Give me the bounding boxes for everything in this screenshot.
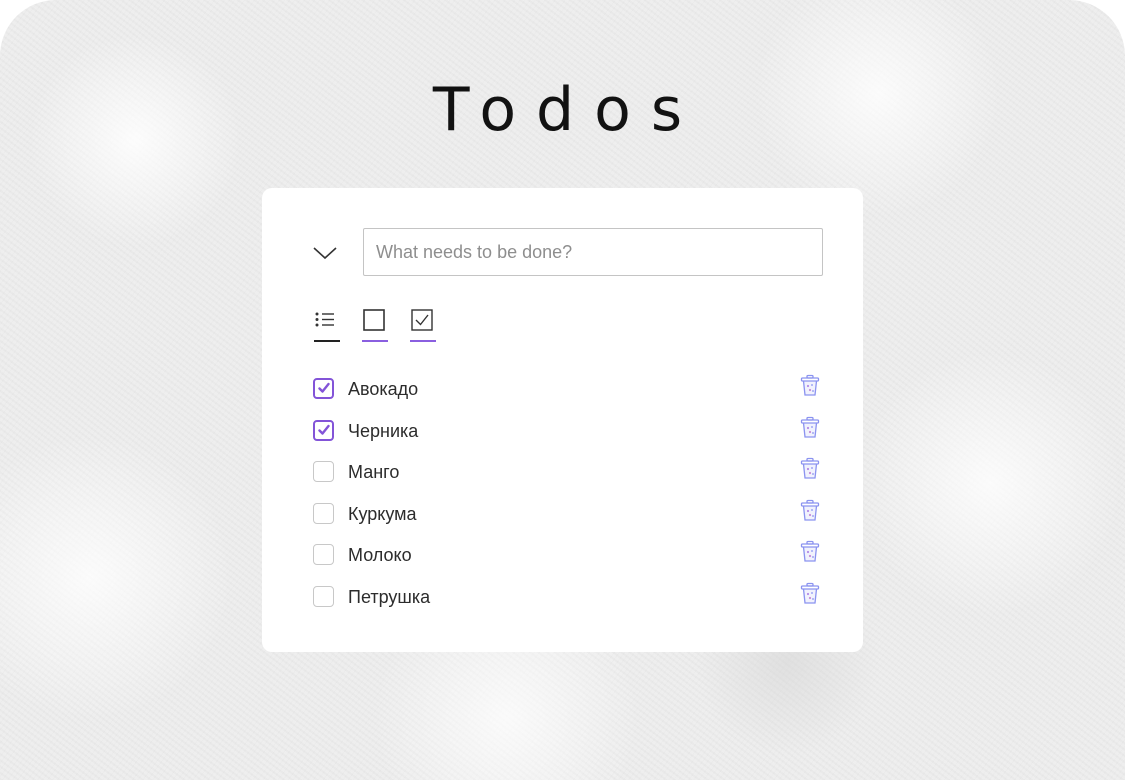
- todo-label: Манго: [348, 462, 400, 482]
- empty-checkbox-icon: [363, 309, 385, 331]
- checkmark-icon: [318, 424, 330, 435]
- list-icon: [315, 312, 334, 327]
- trash-icon: [800, 582, 820, 604]
- todo-item: Авокадо: [313, 374, 833, 418]
- background-frame: Todos What needs to be done? Авокадо Чер…: [0, 0, 1125, 780]
- filter-all-button[interactable]: [314, 308, 340, 342]
- todo-label: Куркума: [348, 503, 417, 524]
- delete-todo-button[interactable]: [799, 540, 821, 564]
- todo-checkbox[interactable]: [313, 544, 334, 565]
- filter-active-button[interactable]: [362, 308, 388, 342]
- delete-todo-button[interactable]: [799, 457, 821, 481]
- checked-checkbox-icon: [411, 309, 433, 331]
- delete-todo-button[interactable]: [799, 416, 821, 440]
- todo-checkbox[interactable]: [313, 461, 334, 482]
- page-title: Todos: [432, 75, 703, 145]
- trash-icon: [800, 374, 820, 396]
- todo-label: Петрушка: [348, 586, 431, 607]
- todo-label: Авокадо: [348, 379, 419, 399]
- todo-item: Петрушка: [313, 582, 833, 626]
- todo-list: Авокадо Черника Манго Куркума Молоко Петрушка: [313, 374, 833, 626]
- delete-todo-button[interactable]: [799, 582, 821, 606]
- trash-icon: [800, 499, 820, 521]
- todo-checkbox[interactable]: [313, 419, 334, 441]
- delete-todo-button[interactable]: [799, 499, 821, 523]
- new-todo-input[interactable]: [363, 228, 823, 276]
- checkmark-icon: [318, 382, 330, 393]
- todo-checkbox[interactable]: [313, 502, 334, 524]
- todo-item: Черника: [313, 416, 833, 460]
- toggle-all-button[interactable]: [310, 240, 340, 266]
- trash-icon: [800, 540, 820, 562]
- trash-icon: [800, 416, 820, 438]
- todo-item: Манго: [313, 457, 833, 501]
- todo-label: Молоко: [348, 545, 412, 565]
- filter-completed-button[interactable]: [410, 308, 436, 342]
- todo-label: Черника: [348, 420, 419, 441]
- chevron-down-icon: [313, 247, 337, 260]
- trash-icon: [800, 457, 820, 479]
- filter-completed-underline: [410, 340, 436, 342]
- todo-card: Авокадо Черника Манго Куркума Молоко Петрушка: [262, 188, 863, 652]
- filter-all-underline: [314, 340, 340, 342]
- todo-checkbox[interactable]: [313, 585, 334, 607]
- todo-item: Молоко: [313, 540, 833, 584]
- todo-checkbox[interactable]: [313, 378, 334, 399]
- todo-item: Куркума: [313, 499, 833, 543]
- delete-todo-button[interactable]: [799, 374, 821, 398]
- filter-active-underline: [362, 340, 388, 342]
